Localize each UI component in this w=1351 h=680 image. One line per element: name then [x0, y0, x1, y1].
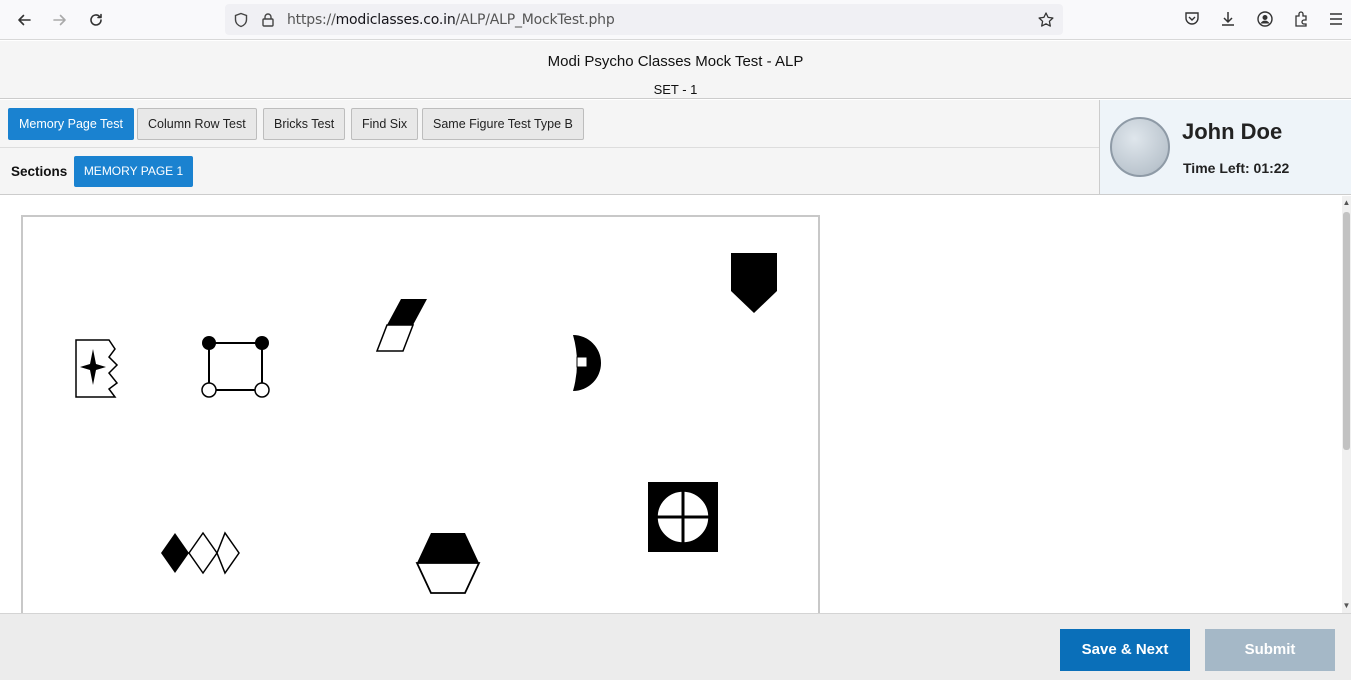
tab-same-figure-test-type-b[interactable]: Same Figure Test Type B	[422, 108, 584, 140]
time-left: Time Left: 01:22	[1183, 160, 1290, 176]
back-arrow-icon[interactable]	[12, 8, 36, 32]
candidate-name: John Doe	[1182, 119, 1283, 144]
candidate-panel: John Doe Time Left: 01:22	[1099, 100, 1351, 195]
reload-icon[interactable]	[84, 8, 108, 32]
forward-arrow-icon[interactable]	[48, 8, 72, 32]
account-icon[interactable]	[1255, 9, 1275, 29]
url-host: modiclasses.co.in	[335, 12, 456, 28]
section-memory-page-1[interactable]: MEMORY PAGE 1	[74, 156, 193, 187]
half-filled-hexagon-figure	[415, 533, 481, 594]
download-icon[interactable]	[1218, 9, 1238, 29]
shield-icon[interactable]	[232, 11, 250, 29]
tests-bar: Memory Page Test Column Row Test Bricks …	[0, 100, 1100, 148]
crosshair-circle-figure	[648, 482, 718, 552]
scroll-down-icon[interactable]: ▼	[1342, 601, 1351, 611]
shield-pentagon-figure	[731, 253, 777, 313]
set-label: SET - 1	[653, 82, 698, 97]
filled-and-empty-diamonds-figure	[161, 531, 240, 575]
menu-icon[interactable]	[1326, 9, 1346, 29]
url-text[interactable]: https://modiclasses.co.in/ALP/ALP_MockTe…	[287, 12, 615, 28]
scroll-up-icon[interactable]: ▲	[1342, 198, 1351, 208]
content-area	[0, 196, 1342, 613]
tab-memory-page-test[interactable]: Memory Page Test	[8, 108, 134, 140]
tab-find-six[interactable]: Find Six	[351, 108, 419, 140]
tab-bricks-test[interactable]: Bricks Test	[263, 108, 346, 140]
content-scrollbar[interactable]: ▲ ▼	[1342, 196, 1351, 613]
tab-column-row-test[interactable]: Column Row Test	[137, 108, 257, 140]
extensions-icon[interactable]	[1291, 9, 1311, 29]
lock-icon[interactable]	[259, 11, 277, 29]
half-filled-parallelogram-figure	[375, 299, 427, 352]
address-bar[interactable]: https://modiclasses.co.in/ALP/ALP_MockTe…	[225, 4, 1063, 35]
url-path: /ALP/ALP_MockTest.php	[455, 12, 615, 28]
page-header: Modi Psycho Classes Mock Test - ALP SET …	[0, 41, 1351, 99]
scroll-thumb[interactable]	[1343, 212, 1350, 450]
pocket-icon[interactable]	[1182, 9, 1202, 29]
browser-toolbar: https://modiclasses.co.in/ALP/ALP_MockTe…	[0, 0, 1351, 40]
save-and-next-button[interactable]: Save & Next	[1060, 629, 1190, 671]
avatar	[1110, 117, 1170, 177]
star-bookmark-icon[interactable]	[1037, 11, 1055, 29]
memory-page-figures	[21, 215, 820, 613]
bookmark-star-figure	[75, 339, 119, 398]
submit-button[interactable]: Submit	[1205, 629, 1335, 671]
half-circle-with-square-figure	[573, 335, 601, 391]
page-title: Modi Psycho Classes Mock Test - ALP	[547, 53, 804, 70]
footer-bar: Save & Next Submit	[0, 613, 1351, 680]
sections-label: Sections	[11, 164, 68, 179]
square-with-circles-figure	[201, 336, 270, 398]
url-prefix: https://	[287, 12, 336, 28]
sections-bar: Sections MEMORY PAGE 1	[0, 148, 1100, 195]
